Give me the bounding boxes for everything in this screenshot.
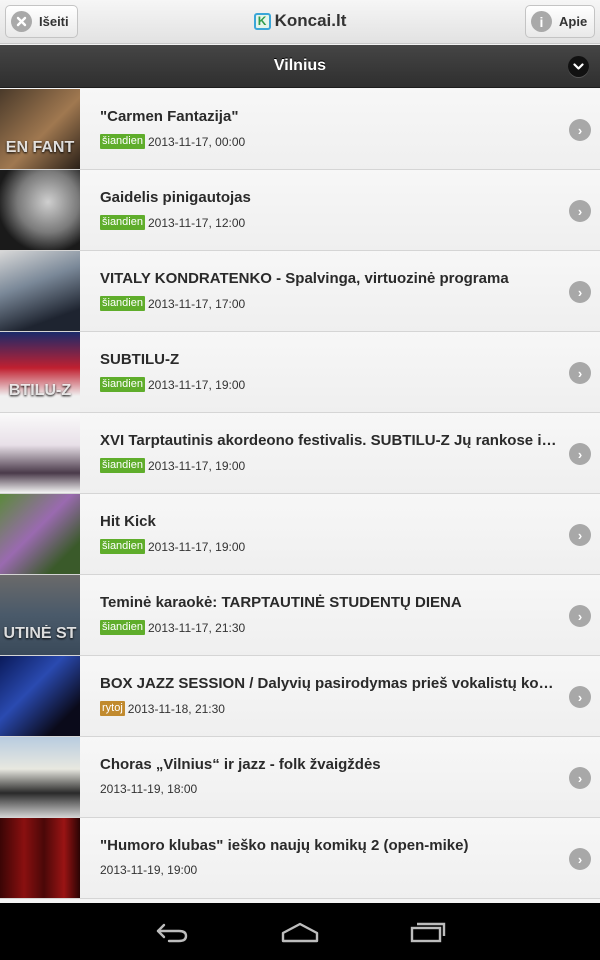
thumbnail-text: EN FANT xyxy=(5,139,75,156)
event-title: Choras „Vilnius“ ir jazz - folk žvaigždė… xyxy=(100,756,381,773)
event-meta: rytoj 2013-11-18, 21:30 xyxy=(100,701,225,716)
day-badge: šiandien xyxy=(100,377,145,392)
event-title: BOX JAZZ SESSION / Dalyvių pasirodymas p… xyxy=(100,675,560,692)
event-title: Gaidelis pinigautojas xyxy=(100,189,251,206)
city-selector[interactable]: Vilnius xyxy=(0,45,600,88)
event-title: Teminė karaokė: TARPTAUTINĖ STUDENTŲ DIE… xyxy=(100,594,462,611)
event-datetime: 2013-11-19, 18:00 xyxy=(100,782,198,796)
event-meta: šiandien 2013-11-17, 19:00 xyxy=(100,458,245,473)
event-meta: šiandien 2013-11-17, 21:30 xyxy=(100,620,245,635)
event-thumbnail xyxy=(0,170,80,250)
android-nav-bar xyxy=(0,903,600,960)
event-datetime: 2013-11-17, 19:00 xyxy=(147,539,246,554)
app-logo: K Koncai.lt xyxy=(0,11,600,31)
about-button[interactable]: i Apie xyxy=(525,5,595,38)
event-meta: šiandien 2013-11-17, 19:00 xyxy=(100,539,245,554)
event-thumbnail: UTINĖ ST xyxy=(0,575,80,655)
event-datetime: 2013-11-17, 21:30 xyxy=(147,620,246,635)
thumbnail-text: BTILU-Z xyxy=(8,382,72,399)
chevron-right-icon[interactable]: › xyxy=(569,524,591,546)
event-datetime: 2013-11-18, 21:30 xyxy=(127,701,225,716)
event-row[interactable]: BTILU-Z SUBTILU-Z šiandien 2013-11-17, 19:0… xyxy=(0,332,600,413)
event-row[interactable]: EN FANT "Carmen Fantazija" šiandien 2013-11… xyxy=(0,89,600,170)
event-datetime: 2013-11-19, 19:00 xyxy=(100,863,198,877)
chevron-down-icon[interactable] xyxy=(568,56,589,77)
day-badge: šiandien xyxy=(100,458,145,473)
event-thumbnail xyxy=(0,656,80,736)
event-thumbnail: EN FANT xyxy=(0,89,80,169)
chevron-right-icon[interactable]: › xyxy=(569,686,591,708)
event-row[interactable]: Choras „Vilnius“ ir jazz - folk žvaigždė… xyxy=(0,737,600,818)
event-title: "Carmen Fantazija" xyxy=(100,108,239,125)
chevron-right-icon[interactable]: › xyxy=(569,767,591,789)
event-row[interactable]: Gaidelis pinigautojas šiandien 2013-11-17,… xyxy=(0,170,600,251)
event-meta: šiandien 2013-11-17, 00:00 xyxy=(100,134,245,149)
event-datetime: 2013-11-17, 12:00 xyxy=(147,215,246,230)
day-badge: šiandien xyxy=(100,539,145,554)
event-datetime: 2013-11-17, 19:00 xyxy=(147,458,246,473)
event-row[interactable]: BOX JAZZ SESSION / Dalyvių pasirodymas p… xyxy=(0,656,600,737)
chevron-right-icon[interactable]: › xyxy=(569,443,591,465)
event-thumbnail xyxy=(0,818,80,898)
event-row[interactable]: Hit Kick šiandien 2013-11-17, 19:00 › xyxy=(0,494,600,575)
chevron-right-icon[interactable]: › xyxy=(569,281,591,303)
event-row[interactable]: "Humoro klubas" ieško naujų komikų 2 (op… xyxy=(0,818,600,899)
event-meta: 2013-11-19, 19:00 xyxy=(100,863,197,877)
day-badge: šiandien xyxy=(100,134,145,149)
recent-apps-icon[interactable] xyxy=(410,921,446,948)
info-icon: i xyxy=(531,11,552,32)
event-row[interactable]: XVI Tarptautinis akordeono festivalis. S… xyxy=(0,413,600,494)
event-meta: 2013-11-19, 18:00 xyxy=(100,782,197,796)
chevron-right-icon[interactable]: › xyxy=(569,848,591,870)
event-title: VITALY KONDRATENKO - Spalvinga, virtuozi… xyxy=(100,270,509,287)
back-icon[interactable] xyxy=(155,921,189,948)
event-thumbnail xyxy=(0,494,80,574)
about-label: Apie xyxy=(559,14,588,29)
event-datetime: 2013-11-17, 00:00 xyxy=(147,134,246,149)
chevron-right-icon[interactable]: › xyxy=(569,605,591,627)
day-badge: šiandien xyxy=(100,215,145,230)
event-meta: šiandien 2013-11-17, 17:00 xyxy=(100,296,245,311)
event-datetime: 2013-11-17, 17:00 xyxy=(147,296,246,311)
chevron-right-icon[interactable]: › xyxy=(569,362,591,384)
event-thumbnail xyxy=(0,737,80,817)
event-row[interactable]: UTINĖ ST Teminė karaokė: TARPTAUTINĖ STUD… xyxy=(0,575,600,656)
event-meta: šiandien 2013-11-17, 12:00 xyxy=(100,215,245,230)
event-title: Hit Kick xyxy=(100,513,156,530)
event-title: XVI Tarptautinis akordeono festivalis. S… xyxy=(100,432,557,449)
chevron-right-icon[interactable]: › xyxy=(569,119,591,141)
logo-mark: K xyxy=(253,12,271,30)
event-thumbnail xyxy=(0,413,80,493)
home-icon[interactable] xyxy=(281,921,319,948)
city-title: Vilnius xyxy=(273,57,327,74)
event-thumbnail: BTILU-Z xyxy=(0,332,80,412)
event-datetime: 2013-11-17, 19:00 xyxy=(147,377,246,392)
logo-text: Koncai.lt xyxy=(274,11,347,30)
event-title: SUBTILU-Z xyxy=(100,351,180,368)
event-list: EN FANT "Carmen Fantazija" šiandien 2013-11… xyxy=(0,89,600,899)
event-row[interactable]: VITALY KONDRATENKO - Spalvinga, virtuozi… xyxy=(0,251,600,332)
event-meta: šiandien 2013-11-17, 19:00 xyxy=(100,377,245,392)
day-badge: šiandien xyxy=(100,296,145,311)
top-bar: Išeiti K Koncai.lt i Apie xyxy=(0,0,600,44)
day-badge: šiandien xyxy=(100,620,145,635)
event-title: "Humoro klubas" ieško naujų komikų 2 (op… xyxy=(100,837,469,854)
chevron-right-icon[interactable]: › xyxy=(569,200,591,222)
event-thumbnail xyxy=(0,251,80,331)
day-badge: rytoj xyxy=(100,701,125,716)
thumbnail-text: UTINĖ ST xyxy=(3,625,77,642)
